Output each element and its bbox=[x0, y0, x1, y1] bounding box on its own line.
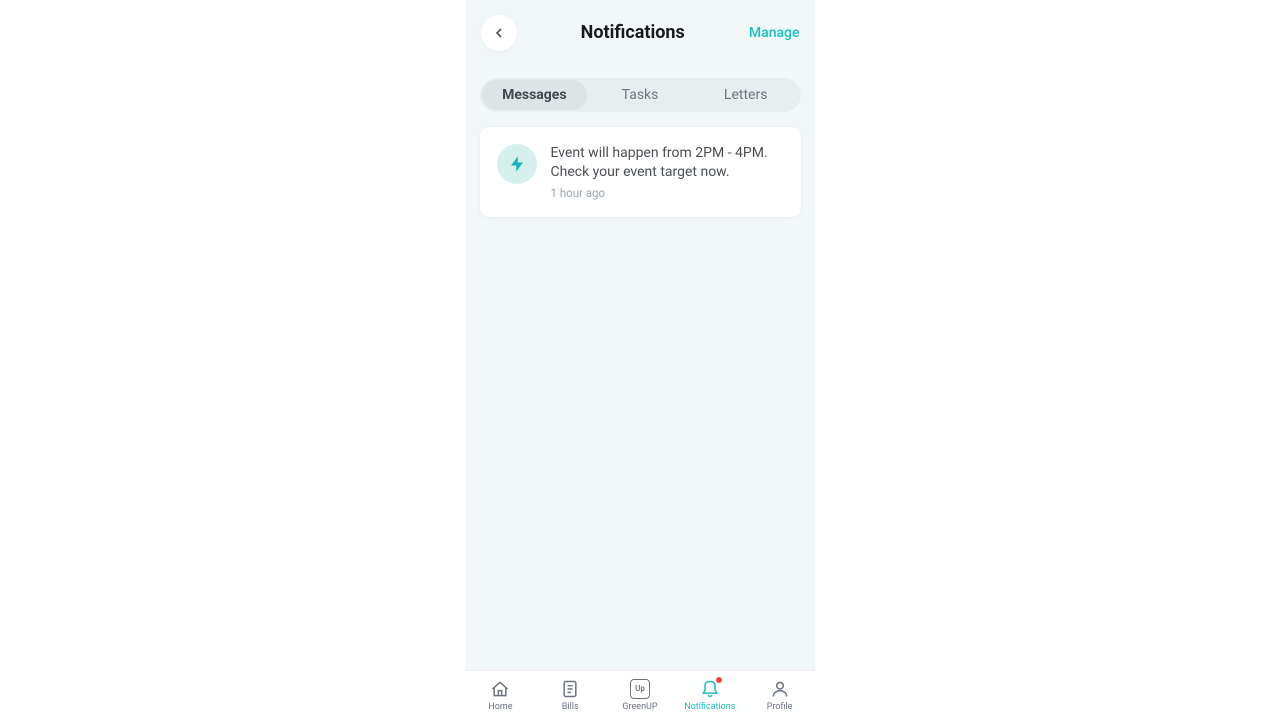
bills-icon bbox=[559, 678, 581, 700]
home-icon bbox=[489, 678, 511, 700]
nav-greenup[interactable]: Up GreenUP bbox=[605, 678, 675, 712]
page-title: Notifications bbox=[581, 22, 685, 43]
nav-home[interactable]: Home bbox=[466, 678, 536, 712]
nav-label: Profile bbox=[767, 702, 793, 712]
notification-icon-wrap bbox=[497, 144, 537, 184]
tab-bar: Messages Tasks Letters bbox=[480, 78, 801, 112]
notification-card[interactable]: Event will happen from 2PM - 4PM. Check … bbox=[480, 127, 801, 217]
tab-messages[interactable]: Messages bbox=[482, 80, 588, 110]
app-screen: Notifications Manage Messages Tasks Lett… bbox=[466, 0, 815, 720]
nav-label: Bills bbox=[562, 702, 579, 712]
tab-letters[interactable]: Letters bbox=[693, 80, 799, 110]
nav-notifications[interactable]: Notifications bbox=[675, 678, 745, 712]
greenup-icon: Up bbox=[629, 678, 651, 700]
manage-link[interactable]: Manage bbox=[749, 25, 800, 41]
nav-label: GreenUP bbox=[622, 702, 657, 712]
bottom-nav: Home Bills Up GreenUP bbox=[466, 670, 815, 720]
notification-time: 1 hour ago bbox=[551, 186, 784, 200]
flash-icon bbox=[508, 155, 526, 173]
nav-label: Notifications bbox=[684, 702, 735, 712]
nav-profile[interactable]: Profile bbox=[745, 678, 815, 712]
profile-icon bbox=[769, 678, 791, 700]
notification-content: Event will happen from 2PM - 4PM. Check … bbox=[551, 144, 784, 200]
tab-tasks[interactable]: Tasks bbox=[587, 80, 693, 110]
back-button[interactable] bbox=[481, 15, 517, 51]
notification-text: Event will happen from 2PM - 4PM. Check … bbox=[551, 144, 784, 182]
header: Notifications Manage bbox=[466, 0, 815, 65]
bell-icon bbox=[699, 678, 721, 700]
nav-bills[interactable]: Bills bbox=[535, 678, 605, 712]
chevron-left-icon bbox=[491, 25, 507, 41]
notification-badge bbox=[716, 677, 722, 683]
nav-label: Home bbox=[488, 702, 512, 712]
